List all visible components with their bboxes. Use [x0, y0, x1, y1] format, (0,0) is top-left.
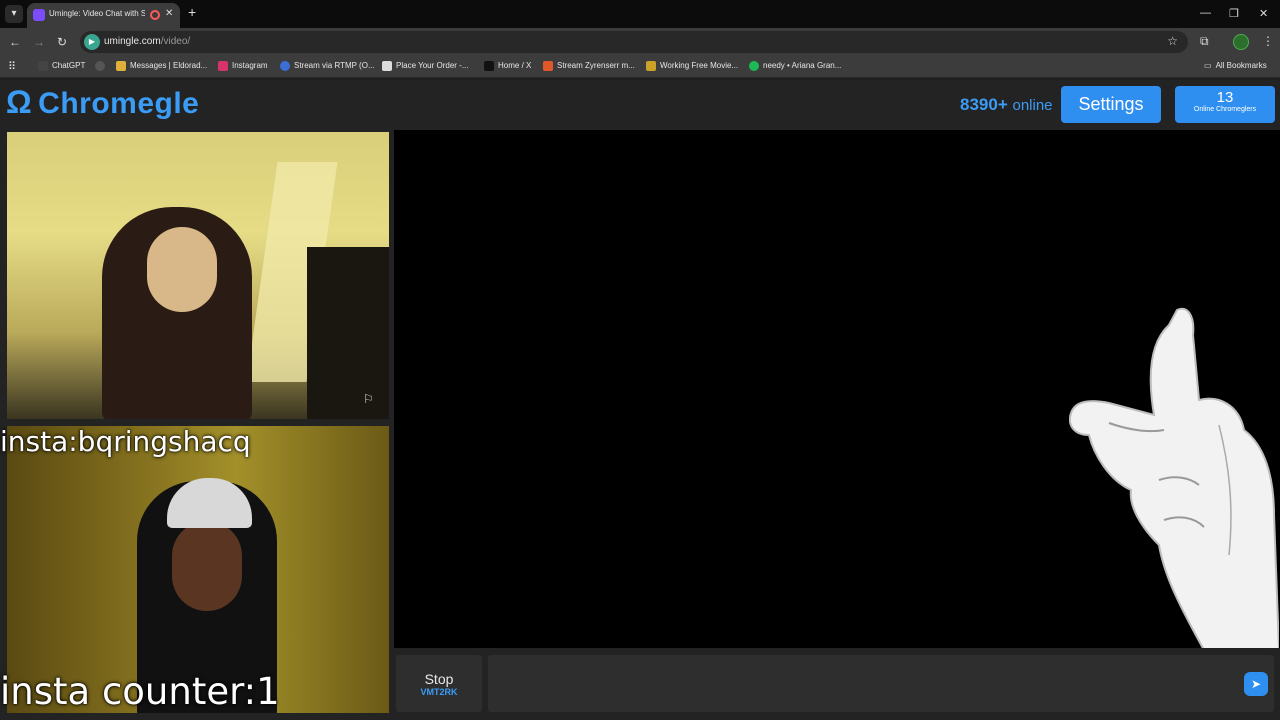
bookmark-home-x[interactable]: Home / X: [484, 61, 531, 75]
bookmark-globe[interactable]: [95, 61, 109, 75]
back-icon[interactable]: ←: [9, 35, 21, 49]
new-tab-button[interactable]: +: [188, 5, 196, 19]
browser-toolbar: ← → ↻ ▶ umingle.com/video/ ☆ ⧉ ⋮: [0, 28, 1280, 56]
page-content: Ω Chromegle 8390+ online Settings 13 Onli…: [0, 80, 1280, 720]
forward-icon[interactable]: →: [33, 35, 45, 49]
apps-grid-icon[interactable]: ⠿: [8, 60, 16, 73]
main-video-area: [394, 130, 1280, 648]
chromegle-logo[interactable]: Ω Chromegle: [6, 84, 199, 121]
settings-button[interactable]: Settings: [1061, 86, 1161, 123]
umingle-favicon-icon: [33, 9, 45, 21]
bookmarks-bar: ⠿ ChatGPT Messages | Eldorad... Instagra…: [0, 56, 1280, 78]
report-flag-icon[interactable]: ⚐: [363, 392, 377, 406]
recording-icon: [150, 10, 160, 20]
online-chromeglers-button[interactable]: 13 Online Chromeglers: [1175, 86, 1275, 123]
insta-handle-overlay: insta:bqringshacq: [0, 425, 251, 458]
minimize-icon[interactable]: —: [1200, 7, 1211, 19]
stranger-webcam-video: [7, 132, 389, 419]
bookmark-stream-rtmp[interactable]: Stream via RTMP (O...: [280, 61, 375, 75]
site-info-icon[interactable]: ▶: [84, 34, 100, 50]
bookmark-chatgpt[interactable]: ChatGPT: [38, 61, 85, 75]
pointing-hand-image: [1069, 307, 1279, 648]
close-tab-icon[interactable]: ✕: [165, 8, 173, 19]
chromeglers-count: 13: [1216, 89, 1234, 106]
all-bookmarks-button[interactable]: ▭ All Bookmarks: [1204, 61, 1267, 70]
tab-title: Umingle: Video Chat with S: [49, 9, 145, 18]
profile-avatar-icon[interactable]: [1233, 34, 1249, 50]
online-count: 8390+ online: [960, 95, 1053, 114]
extensions-icon[interactable]: ⧉: [1200, 34, 1209, 49]
restore-icon[interactable]: ❐: [1229, 7, 1239, 20]
reload-icon[interactable]: ↻: [57, 35, 67, 49]
tab-search-button[interactable]: ▾: [5, 5, 23, 23]
url-text[interactable]: umingle.com/video/: [104, 36, 190, 47]
bookmark-instagram[interactable]: Instagram: [218, 61, 268, 75]
bookmark-stream-zyrenserr[interactable]: Stream Zyrenserr m...: [543, 61, 635, 75]
stop-button[interactable]: Stop VMT2RK: [396, 655, 482, 712]
omega-logo-icon: Ω: [6, 84, 33, 120]
menu-kebab-icon[interactable]: ⋮: [1262, 34, 1274, 48]
insta-counter-overlay: insta counter:1: [0, 670, 280, 713]
stop-code: VMT2RK: [420, 687, 458, 697]
chat-message-input[interactable]: [488, 655, 1274, 712]
browser-tab-bar: ▾ Umingle: Video Chat with S ✕ + — ❐ ✕: [0, 0, 1280, 28]
bookmark-free-movie[interactable]: Working Free Movie...: [646, 61, 738, 75]
close-window-icon[interactable]: ✕: [1259, 7, 1268, 20]
bookmark-messages[interactable]: Messages | Eldorad...: [116, 61, 207, 75]
bookmark-spotify[interactable]: needy • Ariana Gran...: [749, 61, 841, 75]
address-bar[interactable]: ▶ umingle.com/video/ ☆: [80, 31, 1188, 53]
browser-tab[interactable]: Umingle: Video Chat with S ✕: [27, 3, 180, 28]
folder-icon: ▭: [1204, 61, 1212, 70]
bookmark-star-icon[interactable]: ☆: [1167, 34, 1178, 48]
stop-label: Stop: [424, 671, 454, 687]
send-icon[interactable]: ➤: [1244, 672, 1268, 696]
chromeglers-label: Online Chromeglers: [1193, 106, 1257, 113]
bookmark-place-order[interactable]: Place Your Order -...: [382, 61, 468, 75]
